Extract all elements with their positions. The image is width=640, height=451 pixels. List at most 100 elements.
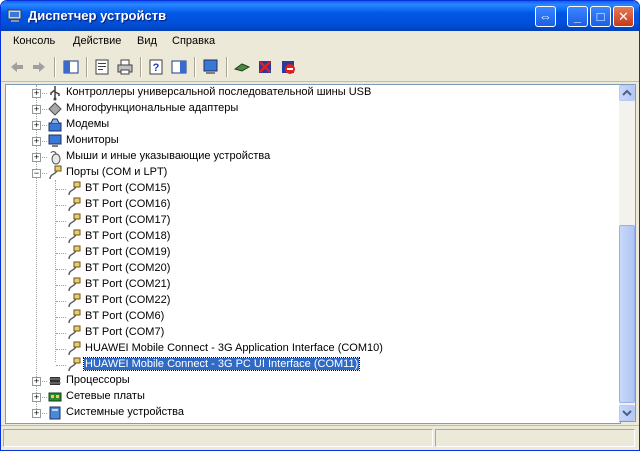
system-device-icon	[49, 406, 61, 420]
tree-port-item[interactable]: BT Port (COM7)	[6, 325, 606, 341]
modem-icon	[48, 118, 62, 132]
maximize-button[interactable]: □	[590, 6, 611, 27]
tree-port-item[interactable]: BT Port (COM16)	[6, 197, 606, 213]
scan-hardware-icon[interactable]	[201, 57, 221, 77]
status-cell-main	[3, 429, 433, 447]
expand-toggle[interactable]: +	[32, 153, 41, 162]
tree-category-ports[interactable]: − Порты (COM и LPT)	[6, 165, 606, 181]
tree-category-network[interactable]: + Сетевые платы	[6, 389, 606, 405]
tree-category-label: Сетевые платы	[66, 390, 145, 402]
port-label: BT Port (COM16)	[85, 198, 171, 210]
arrow-down-icon	[622, 410, 632, 417]
port-icon	[68, 293, 81, 308]
tree-category-monitors[interactable]: + Мониторы	[6, 133, 606, 149]
tree-category-mice[interactable]: + Мыши и иные указывающие устройства	[6, 149, 606, 165]
expand-toggle[interactable]: +	[32, 89, 41, 98]
window-title: Диспетчер устройств	[28, 8, 167, 23]
show-hide-icon[interactable]	[169, 57, 189, 77]
title-bar[interactable]: Диспетчер устройств ⇔ _ □ ✕	[1, 1, 639, 31]
device-tree[interactable]: + Контроллеры универсальной последовател…	[5, 84, 621, 424]
toolbar: ?	[1, 53, 639, 82]
tree-port-item[interactable]: BT Port (COM22)	[6, 293, 606, 309]
menu-console[interactable]: Консоль	[13, 35, 55, 47]
menu-help[interactable]: Справка	[172, 35, 215, 47]
tree-port-item-selected[interactable]: HUAWEI Mobile Connect - 3G PC UI Interfa…	[6, 357, 606, 373]
scroll-down-button[interactable]	[619, 405, 635, 421]
port-label: BT Port (COM21)	[85, 278, 171, 290]
port-icon	[68, 357, 81, 372]
minimize-button[interactable]: _	[567, 6, 588, 27]
collapse-toggle[interactable]: −	[32, 169, 41, 178]
status-cell-secondary	[435, 429, 635, 447]
tree-port-item[interactable]: HUAWEI Mobile Connect - 3G Application I…	[6, 341, 606, 357]
port-label: HUAWEI Mobile Connect - 3G Application I…	[85, 342, 383, 354]
device-manager-window: Диспетчер устройств ⇔ _ □ ✕ Консоль Дейс…	[0, 0, 640, 451]
tree-category-multifunction[interactable]: + Многофункциональные адаптеры	[6, 101, 606, 117]
print-icon[interactable]	[115, 57, 135, 77]
tree-category-system[interactable]: + Системные устройства	[6, 405, 606, 421]
tree-category-label: Мониторы	[66, 134, 119, 146]
tree-port-item[interactable]: BT Port (COM15)	[6, 181, 606, 197]
tree-port-item[interactable]: BT Port (COM21)	[6, 277, 606, 293]
status-bar	[1, 425, 639, 450]
port-icon	[68, 341, 81, 356]
uninstall-icon[interactable]	[255, 57, 275, 77]
port-label: BT Port (COM6)	[85, 310, 165, 322]
menu-bar: Консоль Действие Вид Справка	[1, 31, 639, 54]
tree-category-label: Мыши и иные указывающие устройства	[66, 150, 271, 162]
help-icon[interactable]: ?	[146, 57, 166, 77]
scroll-up-button[interactable]	[619, 85, 635, 101]
tree-category-modems[interactable]: + Модемы	[6, 117, 606, 133]
port-label: BT Port (COM17)	[85, 214, 171, 226]
tree-port-item[interactable]: BT Port (COM17)	[6, 213, 606, 229]
tree-port-item[interactable]: BT Port (COM18)	[6, 229, 606, 245]
port-icon	[68, 197, 81, 212]
port-label: BT Port (COM19)	[85, 246, 171, 258]
back-icon[interactable]	[7, 57, 27, 77]
menu-action[interactable]: Действие	[73, 35, 121, 47]
port-icon	[68, 325, 81, 340]
expand-toggle[interactable]: +	[32, 409, 41, 418]
tree-category-label: Контроллеры универсальной последовательн…	[66, 86, 372, 98]
port-label: HUAWEI Mobile Connect - 3G PC UI Interfa…	[82, 357, 361, 371]
scroll-thumb[interactable]	[619, 225, 635, 403]
tree-category-usb[interactable]: + Контроллеры универсальной последовател…	[6, 85, 606, 101]
monitor-icon	[48, 134, 62, 147]
expand-toggle[interactable]: +	[32, 393, 41, 402]
processor-icon	[49, 377, 61, 385]
expand-toggle[interactable]: +	[32, 137, 41, 146]
tree-port-item[interactable]: BT Port (COM6)	[6, 309, 606, 325]
tree-category-label: Порты (COM и LPT)	[66, 166, 168, 178]
port-label: BT Port (COM18)	[85, 230, 171, 242]
tree-port-item[interactable]: BT Port (COM20)	[6, 261, 606, 277]
port-icon	[68, 245, 81, 260]
usb-icon	[50, 86, 60, 101]
update-driver-icon[interactable]	[232, 57, 252, 77]
close-button[interactable]: ✕	[613, 6, 634, 27]
port-icon	[49, 165, 62, 180]
port-icon	[68, 277, 81, 292]
port-icon	[68, 181, 81, 196]
disable-icon[interactable]	[278, 57, 298, 77]
port-label: BT Port (COM15)	[85, 182, 171, 194]
expand-toggle[interactable]: +	[32, 105, 41, 114]
tree-category-label: Многофункциональные адаптеры	[66, 102, 239, 114]
tree-port-item[interactable]: BT Port (COM19)	[6, 245, 606, 261]
multifunction-icon	[48, 102, 62, 116]
expand-toggle[interactable]: +	[32, 377, 41, 386]
properties-icon[interactable]	[92, 57, 112, 77]
console-tree-icon[interactable]	[61, 57, 81, 77]
forward-icon[interactable]	[29, 57, 49, 77]
port-label: BT Port (COM7)	[85, 326, 165, 338]
tree-category-label: Системные устройства	[66, 406, 185, 418]
mouse-icon	[50, 151, 61, 165]
menu-view[interactable]: Вид	[137, 35, 157, 47]
tree-category-processors[interactable]: + Процессоры	[6, 373, 606, 389]
port-label: BT Port (COM22)	[85, 294, 171, 306]
restore-toggle-button[interactable]: ⇔	[535, 6, 556, 27]
expand-toggle[interactable]: +	[32, 121, 41, 130]
tree-category-label: Модемы	[66, 118, 110, 130]
port-icon	[68, 213, 81, 228]
port-label: BT Port (COM20)	[85, 262, 171, 274]
vertical-scrollbar[interactable]	[619, 84, 636, 422]
